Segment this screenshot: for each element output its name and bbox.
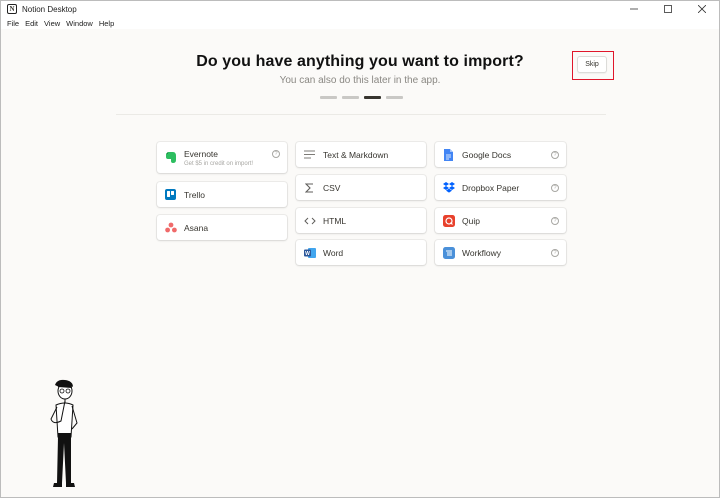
menu-window[interactable]: Window xyxy=(66,19,93,28)
workflowy-icon xyxy=(442,246,455,259)
card-label: Dropbox Paper xyxy=(462,182,520,193)
import-html-card[interactable]: HTML xyxy=(296,208,426,233)
card-label: Trello xyxy=(184,189,205,200)
import-workflowy-card[interactable]: Workflowy ? xyxy=(435,240,566,265)
notion-app-icon: N xyxy=(7,4,17,14)
progress-steps xyxy=(320,96,403,99)
import-trello-card[interactable]: Trello xyxy=(157,182,287,207)
trello-icon xyxy=(164,188,177,201)
card-label: Evernote xyxy=(184,148,219,159)
evernote-icon xyxy=(164,151,177,164)
import-word-card[interactable]: W Word xyxy=(296,240,426,265)
help-icon[interactable]: ? xyxy=(551,248,559,257)
import-text-markdown-card[interactable]: Text & Markdown xyxy=(296,142,426,167)
step-indicator xyxy=(386,96,403,99)
import-asana-card[interactable]: Asana xyxy=(157,215,287,240)
code-brackets-icon xyxy=(303,214,316,227)
import-page: Do you have anything you want to import?… xyxy=(1,29,719,497)
skip-button[interactable]: Skip xyxy=(577,56,607,73)
text-lines-icon xyxy=(303,148,316,161)
step-indicator xyxy=(342,96,359,99)
menu-help[interactable]: Help xyxy=(99,19,114,28)
card-label: HTML xyxy=(323,215,347,226)
import-csv-card[interactable]: CSV xyxy=(296,175,426,200)
close-icon xyxy=(698,5,706,13)
help-icon[interactable]: ? xyxy=(272,150,280,158)
window-title: Notion Desktop xyxy=(22,4,77,14)
card-label: Word xyxy=(323,247,344,258)
sigma-icon xyxy=(303,181,316,194)
minimize-icon xyxy=(630,8,638,10)
card-label: Text & Markdown xyxy=(323,149,389,160)
divider xyxy=(116,114,606,115)
asana-icon xyxy=(164,221,177,234)
card-label: Workflowy xyxy=(462,247,502,258)
google-docs-icon xyxy=(442,148,455,161)
word-icon: W xyxy=(303,246,316,259)
card-label: CSV xyxy=(323,182,341,193)
help-icon[interactable]: ? xyxy=(551,150,559,159)
import-google-docs-card[interactable]: Google Docs ? xyxy=(435,142,566,167)
step-indicator xyxy=(320,96,337,99)
app-window: N Notion Desktop File Edit View Window H… xyxy=(0,0,720,498)
import-quip-card[interactable]: Quip ? xyxy=(435,208,566,233)
import-dropbox-paper-card[interactable]: Dropbox Paper ? xyxy=(435,175,566,200)
window-controls xyxy=(617,1,719,17)
close-button[interactable] xyxy=(685,1,719,17)
thinking-person-illustration xyxy=(41,379,85,496)
card-label: Asana xyxy=(184,222,209,233)
menu-edit[interactable]: Edit xyxy=(25,19,38,28)
dropbox-icon xyxy=(442,181,455,194)
menu-view[interactable]: View xyxy=(44,19,60,28)
maximize-icon xyxy=(664,5,672,13)
menu-file[interactable]: File xyxy=(7,19,19,28)
minimize-button[interactable] xyxy=(617,1,651,17)
help-icon[interactable]: ? xyxy=(551,183,559,192)
menu-bar: File Edit View Window Help xyxy=(1,17,719,29)
quip-icon xyxy=(442,214,455,227)
maximize-button[interactable] xyxy=(651,1,685,17)
title-bar: N Notion Desktop xyxy=(1,1,719,17)
help-icon[interactable]: ? xyxy=(551,216,559,225)
step-indicator-active xyxy=(364,96,381,99)
import-evernote-card[interactable]: Evernote Get $5 in credit on import! ? xyxy=(157,142,287,173)
svg-text:W: W xyxy=(305,251,310,257)
card-sublabel: Get $5 in credit on import! xyxy=(184,160,254,167)
card-label: Google Docs xyxy=(462,149,512,160)
card-label: Quip xyxy=(462,215,480,226)
